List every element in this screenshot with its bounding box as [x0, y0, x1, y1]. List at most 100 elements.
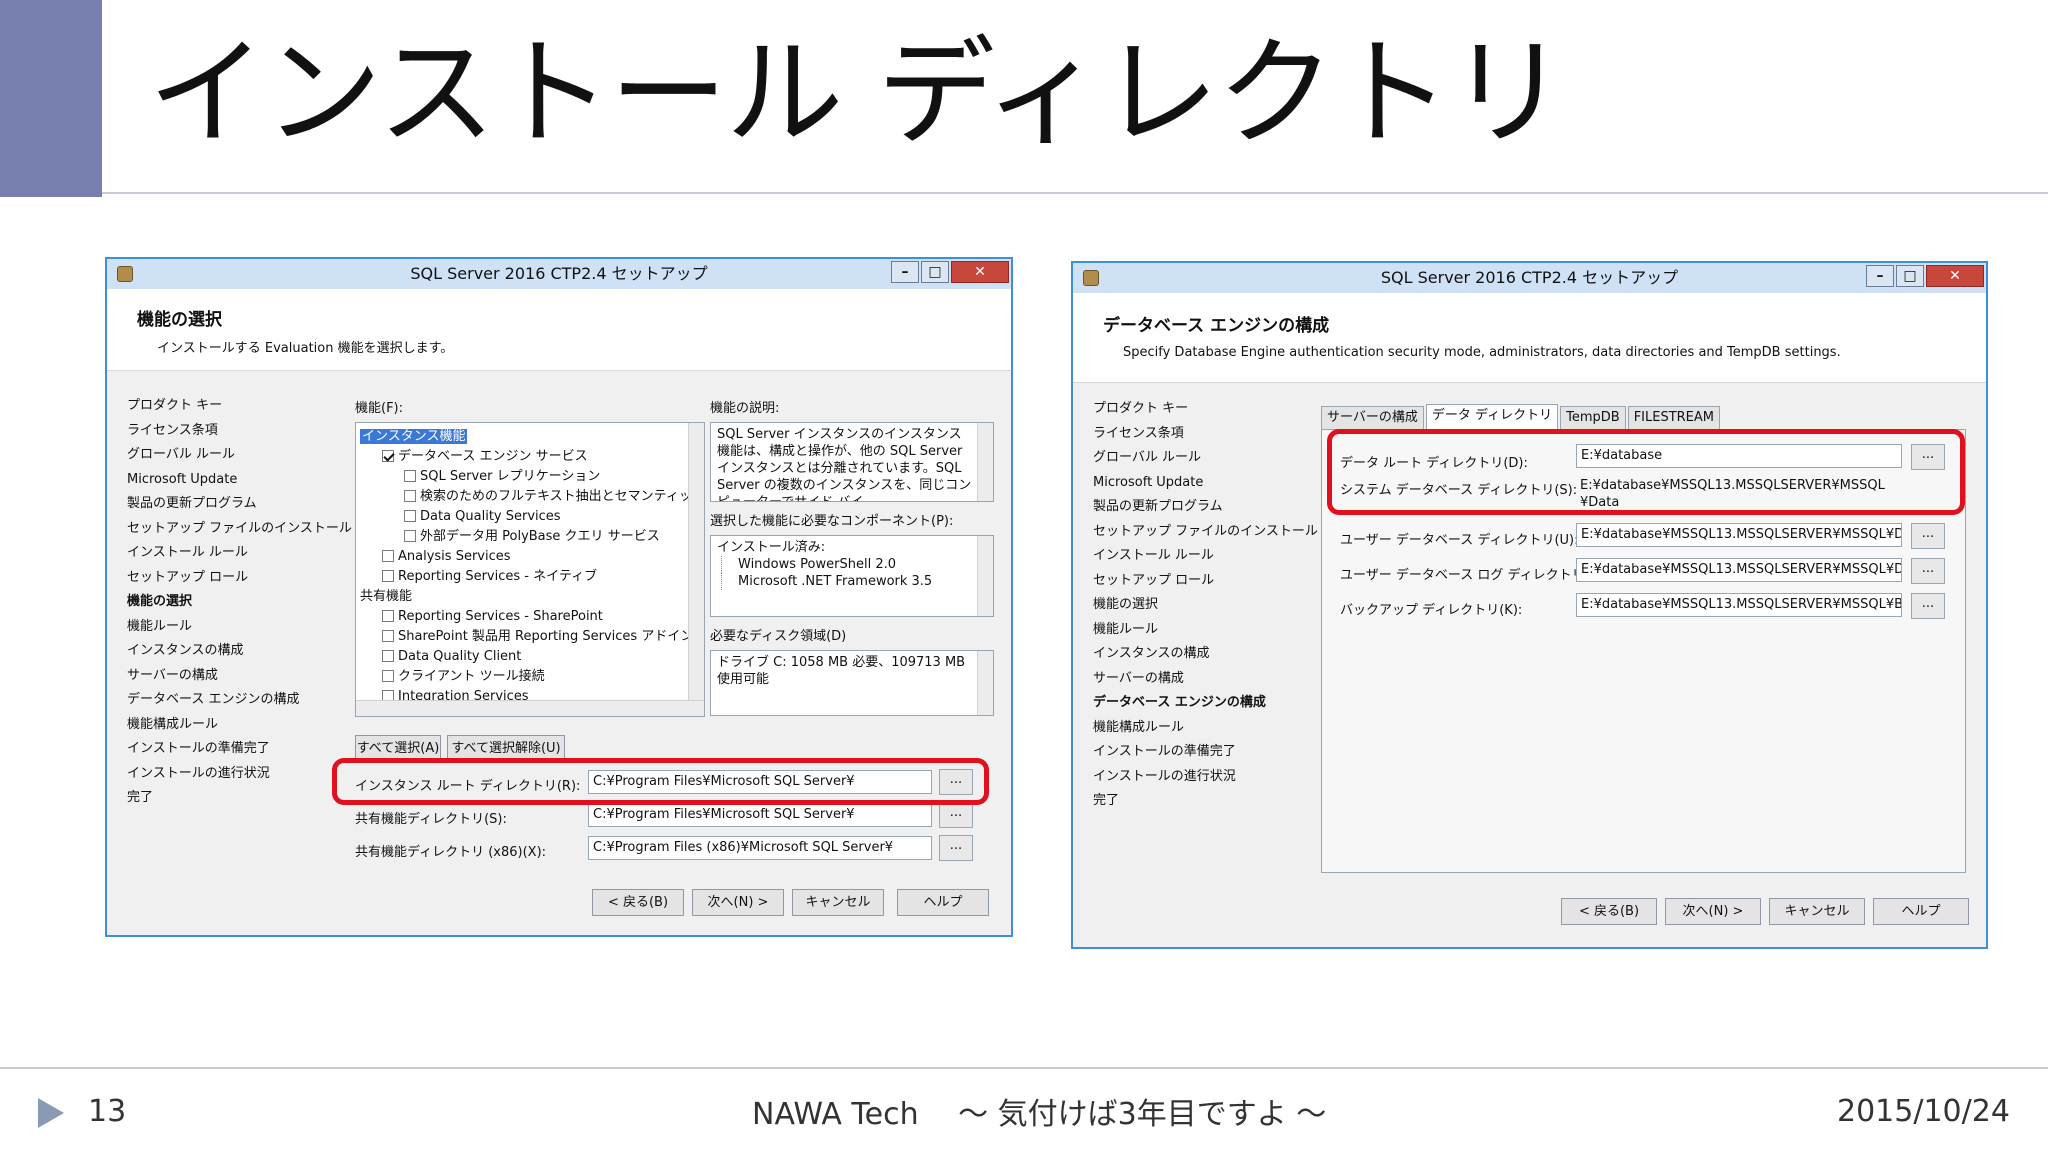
shared-dir-x86-label: 共有機能ディレクトリ (x86)(X): — [355, 845, 547, 860]
tab-server-config[interactable]: サーバーの構成 — [1321, 406, 1424, 429]
prereq-scrollbar[interactable] — [977, 536, 993, 616]
wizard-step: グローバル ルール — [1093, 450, 1202, 465]
back-button[interactable]: < 戻る(B) — [592, 889, 684, 916]
user-log-dir-label: ユーザー データベース ログ ディレクトリ(L): — [1340, 568, 1607, 583]
backup-dir-input[interactable]: E:¥database¥MSSQL13.MSSQLSERVER¥MSSQL¥B — [1576, 593, 1902, 617]
wizard-step: 機能構成ルール — [127, 716, 219, 732]
wizard-step: Microsoft Update — [127, 471, 238, 487]
feature-group-instance[interactable]: インスタンス機能 — [360, 429, 468, 444]
disk-text: ドライブ C: 1058 MB 必要、109713 MB 使用可能 — [717, 655, 966, 687]
wizard-step: 機能の選択 — [127, 594, 193, 609]
wizard-step: インスタンスの構成 — [1093, 646, 1210, 661]
checkbox-replication[interactable] — [404, 470, 416, 482]
footer-date: 2015/10/24 — [1837, 1094, 2010, 1129]
minimize-button[interactable]: – — [1866, 265, 1894, 287]
feature-polybase[interactable]: 外部データ用 PolyBase クエリ サービス — [420, 529, 660, 544]
window-title: SQL Server 2016 CTP2.4 セットアップ — [410, 264, 708, 283]
tab-data-directories[interactable]: データ ディレクトリ — [1425, 404, 1559, 429]
page-heading: 機能の選択 — [137, 310, 222, 330]
footer-divider — [0, 1067, 2048, 1069]
checkbox-dq-client[interactable] — [382, 650, 394, 662]
window-title: SQL Server 2016 CTP2.4 セットアップ — [1380, 268, 1679, 287]
feature-dqs[interactable]: Data Quality Services — [420, 509, 561, 524]
help-button[interactable]: ヘルプ — [897, 889, 989, 916]
cancel-button[interactable]: キャンセル — [1769, 898, 1865, 925]
setup-window-db-engine-config: SQL Server 2016 CTP2.4 セットアップ – □ ✕ データベ… — [1071, 261, 1988, 949]
wizard-step: ライセンス条項 — [1093, 425, 1184, 441]
wizard-step: セットアップ ロール — [1093, 572, 1215, 588]
next-button[interactable]: 次へ(N) > — [1665, 898, 1761, 925]
tab-tempdb[interactable]: TempDB — [1560, 406, 1626, 429]
tree-hscrollbar[interactable] — [356, 700, 704, 716]
feature-reporting-sp[interactable]: Reporting Services - SharePoint — [398, 609, 603, 624]
shared-dir-label: 共有機能ディレクトリ(S): — [355, 812, 507, 827]
disk-label: 必要なディスク領域(D) — [710, 629, 847, 644]
user-log-dir-input[interactable]: E:¥database¥MSSQL13.MSSQLSERVER¥MSSQL¥D — [1576, 558, 1902, 582]
setup-window-feature-selection: SQL Server 2016 CTP2.4 セットアップ – □ ✕ 機能の選… — [105, 257, 1013, 937]
next-button[interactable]: 次へ(N) > — [692, 889, 784, 916]
user-db-dir-input[interactable]: E:¥database¥MSSQL13.MSSQLSERVER¥MSSQL¥D — [1576, 523, 1902, 547]
user-log-dir-browse-button[interactable]: ... — [1911, 558, 1945, 584]
tree-scrollbar[interactable] — [688, 423, 704, 701]
wizard-step: セットアップ ロール — [127, 569, 249, 585]
disk-scrollbar[interactable] — [977, 651, 993, 715]
wizard-step: セットアップ ファイルのインストール — [127, 520, 352, 536]
checkbox-fulltext[interactable] — [404, 490, 416, 502]
feature-replication[interactable]: SQL Server レプリケーション — [420, 469, 600, 484]
shared-dir-input[interactable]: C:¥Program Files¥Microsoft SQL Server¥ — [588, 803, 932, 827]
highlight-data-directories — [1327, 429, 1965, 515]
wizard-step: プロダクト キー — [1093, 401, 1189, 416]
checkbox-dqs[interactable] — [404, 510, 416, 522]
checkbox-polybase[interactable] — [404, 530, 416, 542]
shared-dir-browse-button[interactable]: ... — [939, 802, 973, 828]
wizard-step: 機能ルール — [127, 618, 193, 634]
prereq-item: Windows PowerShell 2.0 — [721, 556, 993, 573]
feature-group-shared[interactable]: 共有機能 — [360, 589, 412, 604]
wizard-step: 製品の更新プログラム — [127, 496, 257, 511]
checkbox-analysis[interactable] — [382, 550, 394, 562]
wizard-step: インストールの準備完了 — [127, 741, 270, 756]
feature-reporting-native[interactable]: Reporting Services - ネイティブ — [398, 569, 597, 584]
backup-dir-browse-button[interactable]: ... — [1911, 593, 1945, 619]
wizard-steps: プロダクト キー ライセンス条項 グローバル ルール Microsoft Update… — [1093, 397, 1318, 814]
maximize-button[interactable]: □ — [921, 261, 949, 283]
help-button[interactable]: ヘルプ — [1873, 898, 1969, 925]
shared-dir-x86-browse-button[interactable]: ... — [939, 835, 973, 861]
close-button[interactable]: ✕ — [1926, 265, 1984, 287]
checkbox-sp-addin[interactable] — [382, 630, 394, 642]
config-tabs: サーバーの構成 データ ディレクトリ TempDB FILESTREAM — [1321, 404, 1722, 429]
feature-sp-addin[interactable]: SharePoint 製品用 Reporting Services アドイン — [398, 629, 693, 644]
checkbox-db-engine[interactable] — [382, 450, 394, 462]
tab-filestream[interactable]: FILESTREAM — [1627, 406, 1721, 429]
cancel-button[interactable]: キャンセル — [792, 889, 884, 916]
wizard-step: ライセンス条項 — [127, 422, 218, 438]
description-scrollbar[interactable] — [977, 423, 993, 501]
feature-analysis[interactable]: Analysis Services — [398, 549, 511, 564]
user-db-dir-browse-button[interactable]: ... — [1911, 523, 1945, 549]
user-db-dir-label: ユーザー データベース ディレクトリ(U): — [1340, 533, 1579, 548]
page-heading: データベース エンジンの構成 — [1103, 316, 1330, 336]
close-button[interactable]: ✕ — [951, 261, 1009, 283]
title-bar: SQL Server 2016 CTP2.4 セットアップ – □ ✕ — [1073, 263, 1986, 293]
feature-fulltext[interactable]: 検索のためのフルテキスト抽出とセマンティック抽出 — [420, 489, 704, 504]
wizard-step: 機能ルール — [1093, 621, 1159, 637]
feature-dq-client[interactable]: Data Quality Client — [398, 649, 521, 664]
prereq-heading: インストール済み: — [717, 540, 826, 555]
checkbox-client-tools[interactable] — [382, 670, 394, 682]
feature-client-tools[interactable]: クライアント ツール接続 — [398, 669, 545, 684]
checkbox-reporting-native[interactable] — [382, 570, 394, 582]
maximize-button[interactable]: □ — [1896, 265, 1924, 287]
shared-dir-x86-input[interactable]: C:¥Program Files (x86)¥Microsoft SQL Ser… — [588, 836, 932, 860]
description-label: 機能の説明: — [710, 401, 780, 416]
wizard-step: 機能構成ルール — [1093, 719, 1185, 735]
feature-tree[interactable]: インスタンス機能 データベース エンジン サービス SQL Server レプリ… — [355, 422, 705, 717]
wizard-step: セットアップ ファイルのインストール — [1093, 523, 1318, 539]
wizard-steps: プロダクト キー ライセンス条項 グローバル ルール Microsoft Update… — [127, 394, 352, 811]
feature-db-engine[interactable]: データベース エンジン サービス — [398, 449, 588, 464]
wizard-step: 完了 — [1093, 793, 1120, 808]
prereq-box: インストール済み: Windows PowerShell 2.0 Microso… — [710, 535, 994, 617]
back-button[interactable]: < 戻る(B) — [1561, 898, 1657, 925]
minimize-button[interactable]: – — [891, 261, 919, 283]
accent-bar — [0, 0, 102, 197]
checkbox-reporting-sp[interactable] — [382, 610, 394, 622]
